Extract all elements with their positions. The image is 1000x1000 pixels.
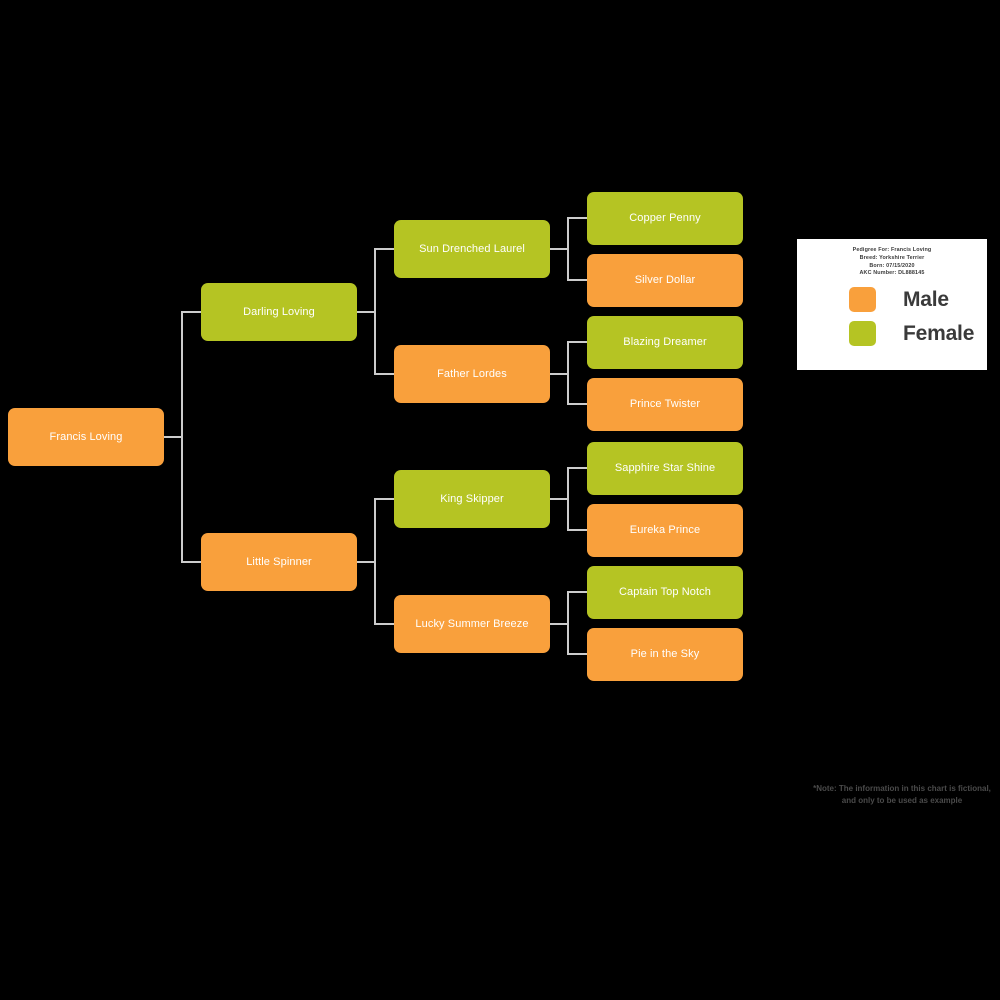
connector-n1-n3 (357, 248, 394, 313)
pedigree-chart-canvas: Francis Loving Darling Loving Little Spi… (0, 0, 1000, 1000)
connector-n0-n1 (164, 311, 201, 438)
pedigree-node-sun-drenched-laurel[interactable]: Sun Drenched Laurel (394, 220, 550, 278)
node-label: Little Spinner (246, 555, 312, 568)
pedigree-node-little-spinner[interactable]: Little Spinner (201, 533, 357, 591)
footnote-text: *Note: The information in this chart is … (813, 784, 991, 805)
legend-item-male: Male (807, 287, 977, 313)
node-label: Silver Dollar (634, 274, 696, 287)
pedigree-node-lucky-summer-breeze[interactable]: Lucky Summer Breeze (394, 595, 550, 653)
node-label: Captain Top Notch (619, 586, 711, 599)
node-label: Sapphire Star Shine (614, 462, 716, 475)
connector-n1-n4 (357, 311, 394, 375)
connector-n2-n5 (357, 498, 394, 563)
node-label: Darling Loving (243, 305, 315, 318)
node-label: Pie in the Sky (630, 648, 700, 661)
legend-header-line-akc-number: AKC Number: DL888145 (859, 270, 925, 277)
legend-label-male: Male (903, 287, 949, 311)
node-label: Copper Penny (629, 212, 701, 225)
pedigree-node-king-skipper[interactable]: King Skipper (394, 470, 550, 528)
connector-n4-n9 (550, 341, 587, 375)
legend-panel: Pedigree For: Francis Loving Breed: York… (797, 239, 987, 370)
pedigree-node-francis-loving[interactable]: Francis Loving (8, 408, 164, 466)
node-label: King Skipper (440, 492, 504, 505)
connector-n6-n13 (550, 591, 587, 625)
connector-n6-n14 (550, 623, 587, 655)
node-label: Eureka Prince (629, 524, 701, 537)
connector-n0-n2 (164, 436, 201, 563)
legend-swatch-female-icon (849, 321, 876, 347)
node-label: Sun Drenched Laurel (419, 242, 525, 255)
connector-n5-n12 (550, 498, 587, 531)
connector-n3-n7 (550, 217, 587, 250)
node-label: Prince Twister (629, 398, 701, 411)
pedigree-node-eureka-prince[interactable]: Eureka Prince (587, 504, 743, 557)
legend-header-line-pedigree-for: Pedigree For: Francis Loving (852, 247, 932, 253)
pedigree-node-prince-twister[interactable]: Prince Twister (587, 378, 743, 431)
pedigree-node-silver-dollar[interactable]: Silver Dollar (587, 254, 743, 307)
pedigree-node-father-lordes[interactable]: Father Lordes (394, 345, 550, 403)
connector-n3-n8 (550, 248, 587, 281)
legend-header: Pedigree For: Francis Loving Breed: York… (807, 247, 977, 278)
legend-label-female: Female (903, 321, 975, 345)
connector-n5-n11 (550, 467, 587, 500)
pedigree-node-captain-top-notch[interactable]: Captain Top Notch (587, 566, 743, 619)
connector-n4-n10 (550, 373, 587, 405)
node-label: Blazing Dreamer (623, 336, 707, 349)
legend-item-female: Female (807, 321, 977, 347)
pedigree-node-pie-in-the-sky[interactable]: Pie in the Sky (587, 628, 743, 681)
legend-header-line-breed: Breed: Yorkshire Terrier (859, 254, 925, 261)
node-label: Lucky Summer Breeze (415, 617, 529, 630)
pedigree-node-copper-penny[interactable]: Copper Penny (587, 192, 743, 245)
legend-swatch-male-icon (849, 287, 876, 313)
pedigree-node-sapphire-star-shine[interactable]: Sapphire Star Shine (587, 442, 743, 495)
connector-n2-n6 (357, 561, 394, 625)
legend-header-line-born: Born: 07/15/2020 (869, 262, 915, 269)
pedigree-node-darling-loving[interactable]: Darling Loving (201, 283, 357, 341)
pedigree-node-blazing-dreamer[interactable]: Blazing Dreamer (587, 316, 743, 369)
node-label: Francis Loving (49, 430, 123, 443)
node-label: Father Lordes (437, 367, 507, 380)
